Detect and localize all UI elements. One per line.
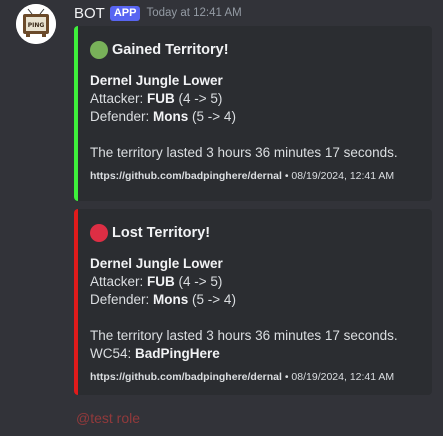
tv-logo-icon: PING <box>16 4 56 44</box>
capturer-line: WC54: BadPingHere <box>90 346 220 361</box>
territory-name: Dernel Jungle Lower <box>90 256 223 271</box>
embed-description: Dernel Jungle Lower Attacker: FUB (4 -> … <box>90 72 422 162</box>
bot-avatar[interactable]: PING <box>16 4 56 44</box>
attacker-name: FUB <box>147 91 175 106</box>
avatar-logo-text: PING <box>28 22 45 29</box>
embed-title: Gained Territory! <box>112 42 229 58</box>
green-circle-icon <box>90 41 108 59</box>
embed-lost-territory: Lost Territory! Dernel Jungle Lower Atta… <box>74 209 432 395</box>
capturer-name: BadPingHere <box>135 346 220 361</box>
defender-name: Mons <box>153 292 189 307</box>
defender-name: Mons <box>153 109 189 124</box>
footer-url: https://github.com/badpinghere/dernal <box>90 170 282 182</box>
attacker-name: FUB <box>147 274 175 289</box>
timestamp[interactable]: Today at 12:41 AM <box>146 7 241 19</box>
message: PING BOT APP Today at 12:41 AM Gained Te… <box>0 0 443 436</box>
duration-text: The territory lasted 3 hours 36 minutes … <box>90 145 398 160</box>
message-header: BOT APP Today at 12:41 AM <box>74 4 242 22</box>
attacker-line: Attacker: FUB (4 -> 5) <box>90 91 223 106</box>
embed-description: Dernel Jungle Lower Attacker: FUB (4 -> … <box>90 255 422 363</box>
username[interactable]: BOT <box>74 5 105 22</box>
red-circle-icon <box>90 224 108 242</box>
app-tag: APP <box>109 5 141 21</box>
defender-line: Defender: Mons (5 -> 4) <box>90 109 236 124</box>
duration-text: The territory lasted 3 hours 36 minutes … <box>90 328 398 343</box>
footer-date: • 08/19/2024, 12:41 AM <box>281 371 395 383</box>
embed-color-bar <box>74 209 78 395</box>
embed-gained-territory: Gained Territory! Dernel Jungle Lower At… <box>74 26 432 201</box>
footer-date: • 08/19/2024, 12:41 AM <box>281 170 395 182</box>
embed-color-bar <box>74 26 78 201</box>
attacker-line: Attacker: FUB (4 -> 5) <box>90 274 223 289</box>
footer-url: https://github.com/badpinghere/dernal <box>90 371 282 383</box>
embed-footer: https://github.com/badpinghere/dernal • … <box>90 170 422 184</box>
defender-line: Defender: Mons (5 -> 4) <box>90 292 236 307</box>
embed-title: Lost Territory! <box>112 225 211 241</box>
territory-name: Dernel Jungle Lower <box>90 73 223 88</box>
embed-footer: https://github.com/badpinghere/dernal • … <box>90 371 422 385</box>
role-mention[interactable]: @test role <box>76 410 140 426</box>
